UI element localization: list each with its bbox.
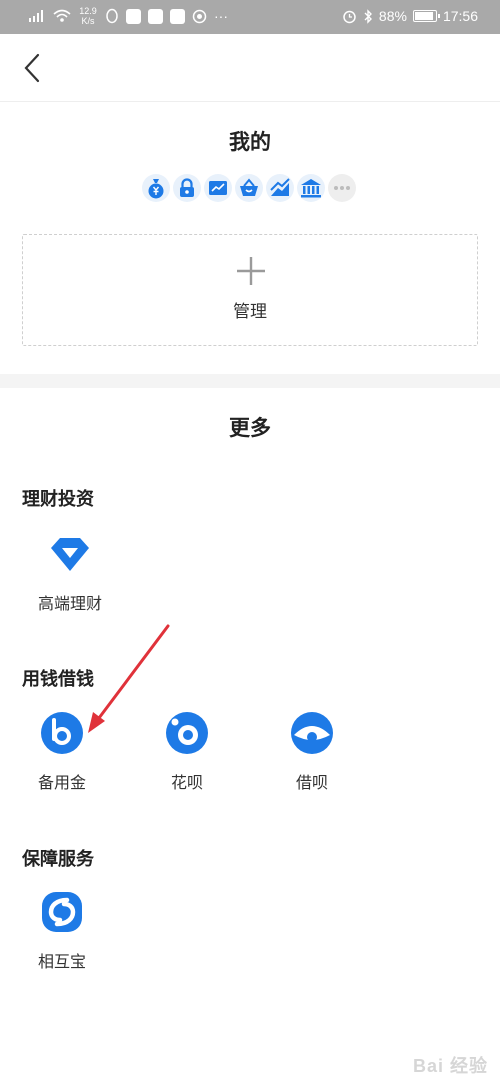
settings-app-icon <box>192 9 207 23</box>
my-apps-row[interactable] <box>142 174 356 202</box>
status-left: 12.9 K/s ··· <box>28 6 228 26</box>
more-section-title: 更多 <box>229 417 271 440</box>
battery-percent: 88% <box>378 8 407 24</box>
money-bag-icon[interactable] <box>142 174 170 202</box>
more-dots-icon[interactable] <box>328 174 356 202</box>
app-label: 花呗 <box>170 775 203 792</box>
app-label: 相互宝 <box>37 954 86 971</box>
bank-icon[interactable] <box>297 174 325 202</box>
chevron-left-icon <box>24 53 40 83</box>
app-notification-icon <box>126 8 141 24</box>
xianghubao-icon <box>42 892 82 932</box>
section-divider <box>0 374 500 388</box>
plus-icon <box>237 257 265 285</box>
status-bar: 12.9 K/s ··· 88% 17:56 <box>0 0 500 34</box>
manage-button[interactable]: 管理 <box>22 234 478 346</box>
browser-app-icon <box>170 8 185 24</box>
video-app-icon <box>148 8 163 24</box>
qq-icon <box>106 8 118 24</box>
bluetooth-icon <box>364 8 372 24</box>
status-right: 88% 17:56 <box>342 8 478 24</box>
status-more: ··· <box>214 8 228 24</box>
app-label: 借呗 <box>295 775 328 792</box>
group-title-borrow: 用钱借钱 <box>22 669 94 689</box>
manage-label: 管理 <box>233 302 267 321</box>
network-speed-value: 12.9 <box>79 6 97 16</box>
app-jiebei[interactable]: 借呗 <box>266 711 358 793</box>
app-label: 高端理财 <box>37 596 102 613</box>
my-section-title: 我的 <box>229 131 271 154</box>
diamond-icon <box>51 538 89 571</box>
lock-icon[interactable] <box>173 174 201 202</box>
app-xianghubao[interactable]: 相互宝 <box>16 890 108 972</box>
battery-fill <box>414 12 433 20</box>
alarm-icon <box>343 10 356 23</box>
group-title-protection: 保障服务 <box>22 849 94 869</box>
back-button[interactable] <box>18 50 52 86</box>
jiebei-icon <box>291 712 333 754</box>
group-title-wealth: 理财投资 <box>22 489 94 509</box>
signal-icon <box>29 10 43 22</box>
network-speed: 12.9 K/s <box>78 6 98 26</box>
wifi-icon <box>53 9 71 22</box>
watermark-logo: Bai 经验 <box>412 1056 488 1076</box>
network-speed-unit: K/s <box>81 16 95 26</box>
app-huabei[interactable]: 花呗 <box>141 711 233 793</box>
trend-icon[interactable] <box>266 174 294 202</box>
app-reserve-fund[interactable]: 备用金 <box>16 711 108 793</box>
chart-card-icon[interactable] <box>204 174 232 202</box>
huabei-icon <box>166 712 208 754</box>
clock: 17:56 <box>442 8 478 24</box>
basket-icon[interactable] <box>235 174 263 202</box>
app-high-end-wealth[interactable]: 高端理财 <box>24 532 116 614</box>
reserve-fund-icon <box>41 712 83 754</box>
nav-bar <box>0 34 500 102</box>
app-label: 备用金 <box>37 775 86 792</box>
battery-icon <box>412 10 440 22</box>
